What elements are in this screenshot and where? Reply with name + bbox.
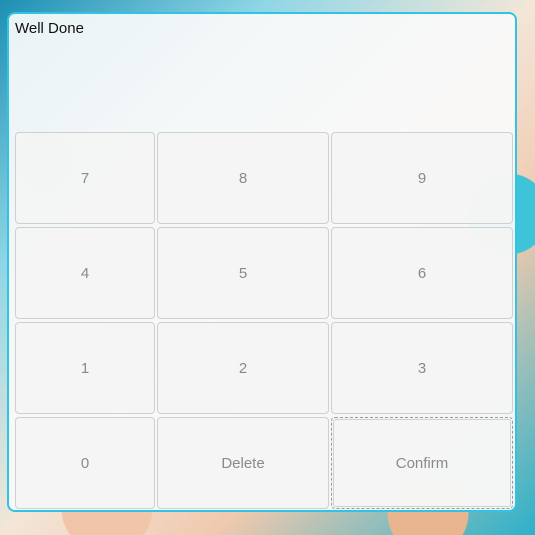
key-4[interactable]: 4 xyxy=(15,227,155,319)
keypad-dialog: Well Done 7 8 9 4 5 6 1 2 3 0 Delete Con… xyxy=(7,12,517,512)
message-text: Well Done xyxy=(15,20,84,37)
key-7[interactable]: 7 xyxy=(15,132,155,224)
key-8[interactable]: 8 xyxy=(157,132,329,224)
key-6[interactable]: 6 xyxy=(331,227,513,319)
key-label: 1 xyxy=(80,359,90,377)
key-label: 6 xyxy=(417,264,427,282)
key-1[interactable]: 1 xyxy=(15,322,155,414)
key-3[interactable]: 3 xyxy=(331,322,513,414)
key-label: Confirm xyxy=(395,454,449,472)
key-label: 2 xyxy=(238,359,248,377)
key-label: Delete xyxy=(221,454,265,472)
key-5[interactable]: 5 xyxy=(157,227,329,319)
confirm-button[interactable]: Confirm xyxy=(331,417,513,509)
delete-button[interactable]: Delete xyxy=(157,417,329,509)
key-label: 7 xyxy=(80,169,90,187)
key-label: 8 xyxy=(238,169,248,187)
key-label: 9 xyxy=(417,169,427,187)
key-9[interactable]: 9 xyxy=(331,132,513,224)
key-label: 5 xyxy=(238,264,248,282)
key-label: 4 xyxy=(80,264,90,282)
key-label: 0 xyxy=(80,454,90,472)
key-0[interactable]: 0 xyxy=(15,417,155,509)
key-2[interactable]: 2 xyxy=(157,322,329,414)
key-label: 3 xyxy=(417,359,427,377)
